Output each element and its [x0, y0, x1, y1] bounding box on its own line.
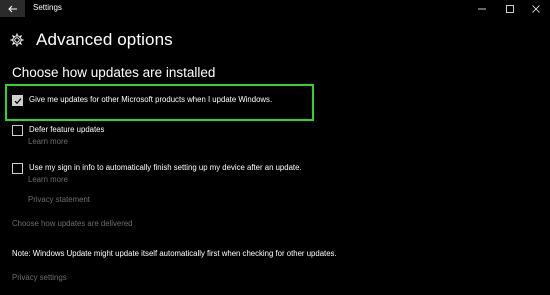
learn-more-link[interactable]: Learn more	[28, 137, 68, 146]
checkbox-other-products[interactable]	[12, 95, 23, 106]
option-other-products[interactable]: Give me updates for other Microsoft prod…	[12, 94, 272, 106]
privacy-settings-link[interactable]: Privacy settings	[12, 273, 67, 282]
section-title: Choose how updates are installed	[12, 65, 216, 80]
maximize-icon	[506, 4, 514, 13]
privacy-statement-link[interactable]: Privacy statement	[28, 195, 90, 204]
option-label: Use my sign in info to automatically fin…	[29, 163, 302, 172]
option-label: Give me updates for other Microsoft prod…	[29, 95, 273, 104]
page-header: Advanced options	[10, 29, 173, 51]
arrow-left-icon	[7, 5, 17, 12]
option-defer-feature-updates[interactable]: Defer feature updates	[12, 124, 104, 136]
close-icon	[532, 4, 540, 13]
title-bar: Settings	[0, 0, 550, 17]
checkbox-defer-feature-updates[interactable]	[12, 125, 23, 136]
delivery-link[interactable]: Choose how updates are delivered	[12, 219, 133, 228]
learn-more-link[interactable]: Learn more	[28, 175, 68, 184]
option-sign-in-info[interactable]: Use my sign in info to automatically fin…	[12, 162, 302, 174]
option-label: Defer feature updates	[29, 125, 105, 134]
close-button[interactable]	[522, 0, 550, 17]
checkmark-icon	[14, 97, 21, 104]
gear-icon	[10, 33, 24, 47]
window-title: Settings	[33, 3, 62, 12]
note-text: Note: Windows Update might update itself…	[12, 249, 337, 258]
page-title: Advanced options	[36, 30, 173, 49]
minimize-icon	[478, 8, 486, 9]
back-button[interactable]	[0, 0, 25, 17]
minimize-button[interactable]	[468, 0, 496, 17]
checkbox-sign-in-info[interactable]	[12, 163, 23, 174]
maximize-button[interactable]	[496, 0, 524, 17]
